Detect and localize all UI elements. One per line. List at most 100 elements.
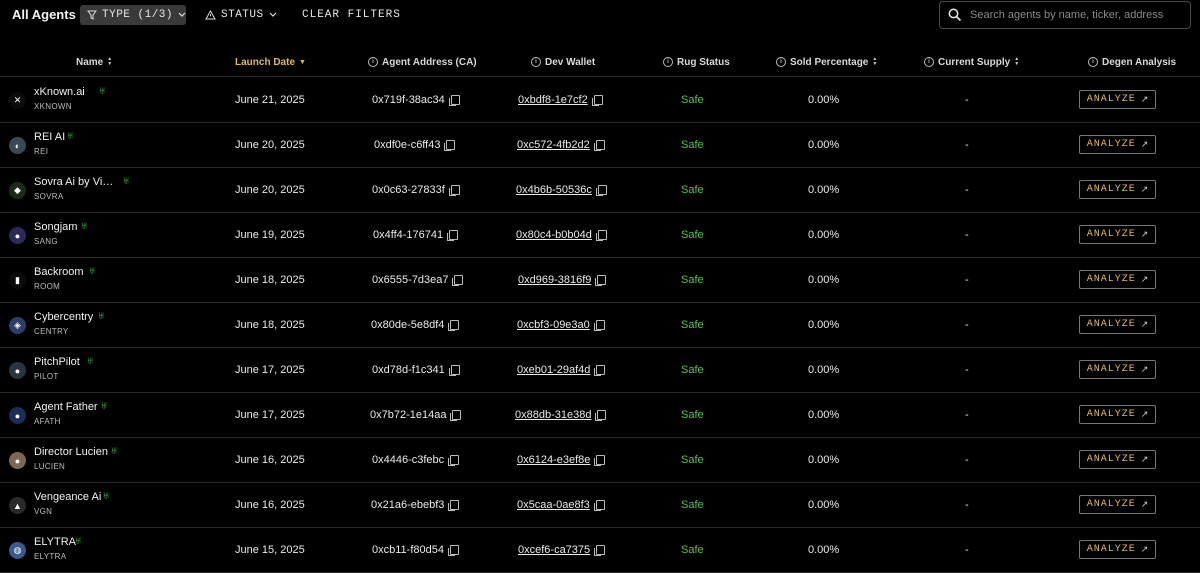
dev-wallet-link[interactable]: 0x88db-31e38d (515, 409, 591, 421)
dev-wallet-cell: 0xeb01-29af4d (517, 364, 606, 376)
analyze-button[interactable]: ANALYZE ↗ (1079, 90, 1156, 109)
dev-wallet-link[interactable]: 0x6124-e3ef8e (517, 454, 590, 466)
copy-icon[interactable] (444, 140, 456, 151)
analyze-button[interactable]: ANALYZE ↗ (1079, 405, 1156, 424)
current-supply: - (965, 229, 969, 241)
search-input[interactable] (970, 9, 1170, 21)
dev-wallet-link[interactable]: 0x80c4-b0b04d (516, 229, 592, 241)
copy-icon[interactable] (594, 545, 606, 556)
arrow-up-right-icon: ↗ (1140, 319, 1149, 330)
dev-wallet-link[interactable]: 0x4b6b-50536c (516, 184, 592, 196)
dev-wallet-link[interactable]: 0xeb01-29af4d (517, 364, 590, 376)
chevron-down-icon (269, 12, 277, 17)
info-icon[interactable]: i (1088, 57, 1098, 67)
agent-name[interactable]: Backroom (34, 266, 84, 278)
analyze-button[interactable]: ANALYZE ↗ (1079, 225, 1156, 244)
agent-address: 0xd78d-f1c341 (372, 364, 445, 376)
agent-name[interactable]: Sovra Ai by Vir... (34, 176, 114, 188)
column-header-current-supply[interactable]: i Current Supply ▲ ▼ (924, 48, 1019, 76)
analyze-button[interactable]: ANALYZE ↗ (1079, 270, 1156, 289)
table-row[interactable]: ● PitchPilot ♅ PILOT June 17, 2025 0xd78d-f1c… (0, 348, 1200, 393)
copy-icon[interactable] (593, 500, 605, 511)
analyze-button[interactable]: ANALYZE ↗ (1079, 360, 1156, 379)
analyze-button[interactable]: ANALYZE ↗ (1079, 540, 1156, 559)
table-row[interactable]: ◆ Sovra Ai by Vir... ♅ SOVRA June 20, 2025 0x… (0, 168, 1200, 213)
table-row[interactable]: ● Director Lucien ♅ LUCIEN June 16, 2025 0x44… (0, 438, 1200, 483)
copy-icon[interactable] (594, 365, 606, 376)
agent-avatar: ◐ (9, 137, 26, 154)
copy-icon[interactable] (594, 455, 606, 466)
dev-wallet-link[interactable]: 0x5caa-0ae8f3 (517, 499, 590, 511)
copy-icon[interactable] (595, 275, 607, 286)
analyze-button[interactable]: ANALYZE ↗ (1079, 495, 1156, 514)
search-box[interactable] (939, 1, 1191, 29)
verified-badge-icon: ♅ (86, 355, 95, 367)
copy-icon[interactable] (448, 365, 460, 376)
copy-icon[interactable] (593, 320, 605, 331)
table-row[interactable]: ◐ REI AI ♅ REI June 20, 2025 0xdf0e-c6ff43 0xc… (0, 123, 1200, 168)
copy-icon[interactable] (447, 545, 459, 556)
status-filter-button[interactable]: STATUS (205, 5, 277, 25)
agent-name[interactable]: ELYTRA (34, 536, 76, 548)
agent-ticker: ELYTRA (34, 552, 67, 561)
copy-icon[interactable] (595, 410, 607, 421)
agent-ticker: REI (34, 147, 49, 156)
verified-badge-icon: ♅ (100, 400, 109, 412)
copy-icon[interactable] (593, 140, 605, 151)
dev-wallet-link[interactable]: 0xc572-4fb2d2 (517, 139, 590, 151)
agent-name[interactable]: Cybercentry (34, 311, 93, 323)
copy-icon[interactable] (448, 455, 460, 466)
rug-status: Safe (681, 184, 704, 196)
agent-address: 0xdf0e-c6ff43 (374, 139, 441, 151)
agent-name[interactable]: xKnown.ai (34, 86, 85, 98)
agent-avatar: ● (9, 362, 26, 379)
analyze-button[interactable]: ANALYZE ↗ (1079, 315, 1156, 334)
table-row[interactable]: ▮ Backroom ♅ ROOM June 18, 2025 0x6555-7d3ea7… (0, 258, 1200, 303)
table-row[interactable]: ● Songjam ♅ SANG June 19, 2025 0x4ff4-176741 0… (0, 213, 1200, 258)
agent-ticker: SANG (34, 237, 58, 246)
agent-name[interactable]: Director Lucien (34, 446, 108, 458)
table-row[interactable]: ◈ Cybercentry ♅ CENTRY June 18, 2025 0x80de-5… (0, 303, 1200, 348)
agent-name[interactable]: Songjam (34, 221, 77, 233)
rug-status: Safe (681, 499, 704, 511)
info-icon[interactable]: i (663, 57, 673, 67)
column-header-dev-wallet: i Dev Wallet (531, 48, 595, 76)
dev-wallet-link[interactable]: 0xbdf8-1e7cf2 (518, 94, 588, 106)
dev-wallet-link[interactable]: 0xcef6-ca7375 (518, 544, 590, 556)
agent-name[interactable]: REI AI (34, 131, 65, 143)
agent-name[interactable]: PitchPilot (34, 356, 80, 368)
copy-icon[interactable] (591, 95, 603, 106)
info-icon[interactable]: i (368, 57, 378, 67)
analyze-button[interactable]: ANALYZE ↗ (1079, 450, 1156, 469)
copy-icon[interactable] (452, 275, 464, 286)
column-header-launch-date[interactable]: Launch Date ▼ (235, 48, 306, 76)
dev-wallet-link[interactable]: 0xcbf3-09e3a0 (517, 319, 590, 331)
column-header-sold-percentage[interactable]: i Sold Percentage ▲ ▼ (776, 48, 877, 76)
copy-icon[interactable] (595, 230, 607, 241)
info-icon[interactable]: i (531, 57, 541, 67)
copy-icon[interactable] (448, 95, 460, 106)
info-icon[interactable]: i (776, 57, 786, 67)
analyze-button[interactable]: ANALYZE ↗ (1079, 135, 1156, 154)
table-row[interactable]: ● Agent Father ♅ AFATH June 17, 2025 0x7b72-1… (0, 393, 1200, 438)
info-icon[interactable]: i (924, 57, 934, 67)
copy-icon[interactable] (595, 185, 607, 196)
analyze-button[interactable]: ANALYZE ↗ (1079, 180, 1156, 199)
table-row[interactable]: ◍ ELYTRA ♅ ELYTRA June 15, 2025 0xcb11-f80d54… (0, 528, 1200, 573)
copy-icon[interactable] (448, 185, 460, 196)
table-row[interactable]: ▲ Vengeance Ai ♅ VGN June 16, 2025 0x21a6-ebe… (0, 483, 1200, 528)
dev-wallet-link[interactable]: 0xd969-3816f9 (518, 274, 591, 286)
copy-icon[interactable] (448, 500, 460, 511)
table-row[interactable]: ✕ xKnown.ai ♅ XKNOWN June 21, 2025 0x719f-38a… (0, 78, 1200, 123)
current-supply: - (965, 364, 969, 376)
agent-name[interactable]: Vengeance Ai (34, 491, 101, 503)
sold-percentage: 0.00% (808, 454, 840, 466)
agent-name[interactable]: Agent Father (34, 401, 98, 413)
clear-filters-button[interactable]: CLEAR FILTERS (302, 5, 401, 25)
column-header-name[interactable]: Name ▲ ▼ (76, 48, 112, 76)
current-supply: - (965, 184, 969, 196)
copy-icon[interactable] (447, 230, 459, 241)
type-filter-button[interactable]: TYPE (1/3) (80, 5, 186, 25)
copy-icon[interactable] (448, 320, 460, 331)
copy-icon[interactable] (450, 410, 462, 421)
